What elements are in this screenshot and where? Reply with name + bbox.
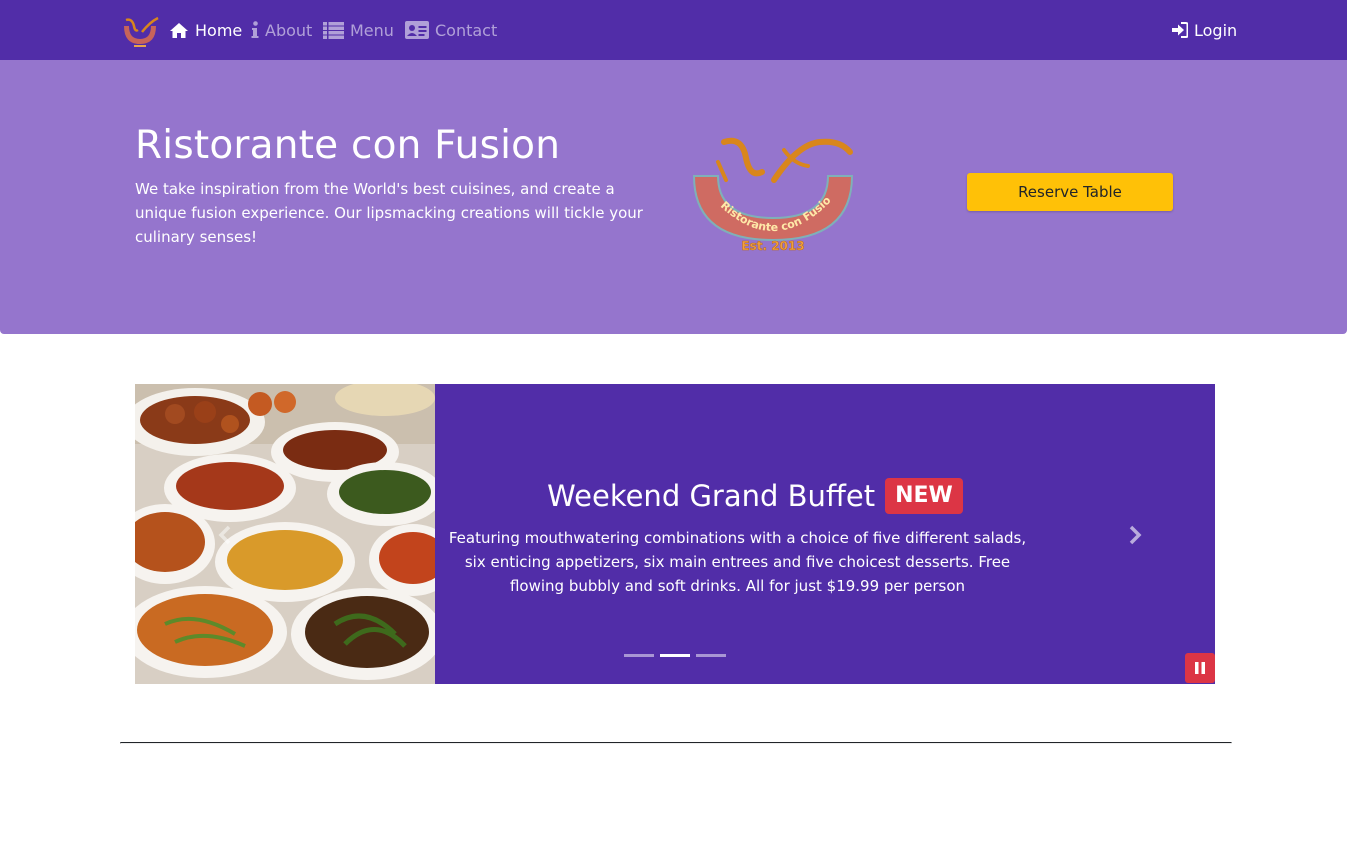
restaurant-logo: Ristorante con Fusion Est. 2013: [690, 136, 854, 253]
chevron-left-icon: [218, 525, 231, 545]
chevron-right-icon: [1129, 525, 1142, 545]
nav-home[interactable]: Home: [169, 0, 242, 60]
address-card-icon: [405, 21, 429, 39]
carousel-prev-button[interactable]: [205, 520, 245, 550]
buffet-image: [135, 384, 435, 684]
home-icon: [170, 22, 188, 38]
info-icon: [251, 21, 259, 38]
nav-menu[interactable]: Menu: [323, 0, 394, 60]
carousel-indicators: [624, 654, 726, 657]
logo-est-text: Est. 2013: [741, 239, 804, 253]
page-title: Ristorante con Fusion: [135, 123, 561, 168]
nav-about[interactable]: About: [251, 0, 312, 60]
jumbotron: Ristorante con Fusion We take inspiratio…: [0, 60, 1347, 334]
pause-icon: [1195, 662, 1205, 674]
list-icon: [323, 21, 344, 39]
section-divider: [120, 742, 1232, 744]
login-link[interactable]: Login: [1172, 0, 1237, 60]
carousel: Weekend Grand Buffet NEW Featuring mouth…: [135, 384, 1215, 684]
nav-contact-label: Contact: [435, 20, 498, 40]
new-badge: NEW: [885, 478, 963, 514]
jumbotron-description: We take inspiration from the World's bes…: [135, 180, 643, 246]
carousel-indicator-1[interactable]: [624, 654, 654, 657]
carousel-pause-button[interactable]: [1185, 653, 1215, 683]
nav-about-label: About: [265, 20, 313, 40]
carousel-indicator-2[interactable]: [660, 654, 690, 657]
reserve-table-button[interactable]: Reserve Table: [967, 173, 1173, 211]
carousel-heading: Weekend Grand Buffet NEW: [435, 478, 1075, 514]
carousel-description: Featuring mouthwatering combinations wit…: [448, 529, 1027, 595]
carousel-indicator-3[interactable]: [696, 654, 726, 657]
brand-logo[interactable]: [120, 14, 160, 48]
nav-menu-label: Menu: [350, 20, 394, 40]
navbar: Home About Menu Contact Login: [0, 0, 1347, 60]
nav-contact[interactable]: Contact: [405, 0, 497, 60]
sign-in-icon: [1172, 22, 1188, 38]
carousel-next-button[interactable]: [1115, 520, 1155, 550]
carousel-title: Weekend Grand Buffet: [547, 479, 876, 513]
nav-home-label: Home: [195, 20, 243, 40]
login-label: Login: [1194, 20, 1238, 40]
